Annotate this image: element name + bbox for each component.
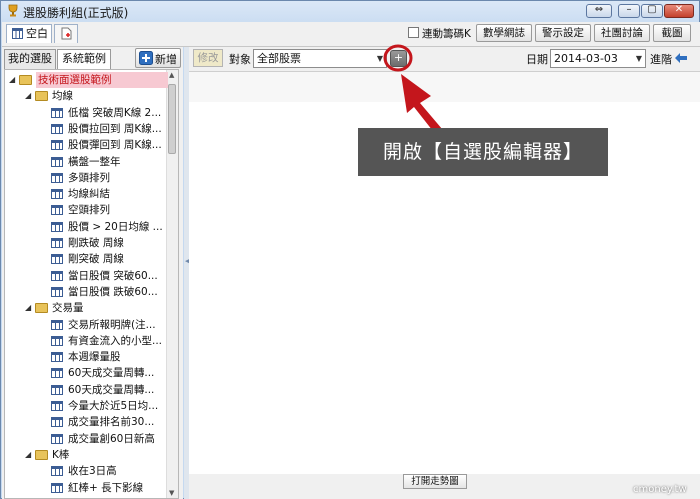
- watermark: cmoney.tw: [633, 484, 687, 495]
- highlight-circle: [383, 44, 413, 72]
- annotation-callout: 開啟【自選股編輯器】: [358, 128, 608, 176]
- annotation-overlay: [383, 44, 448, 140]
